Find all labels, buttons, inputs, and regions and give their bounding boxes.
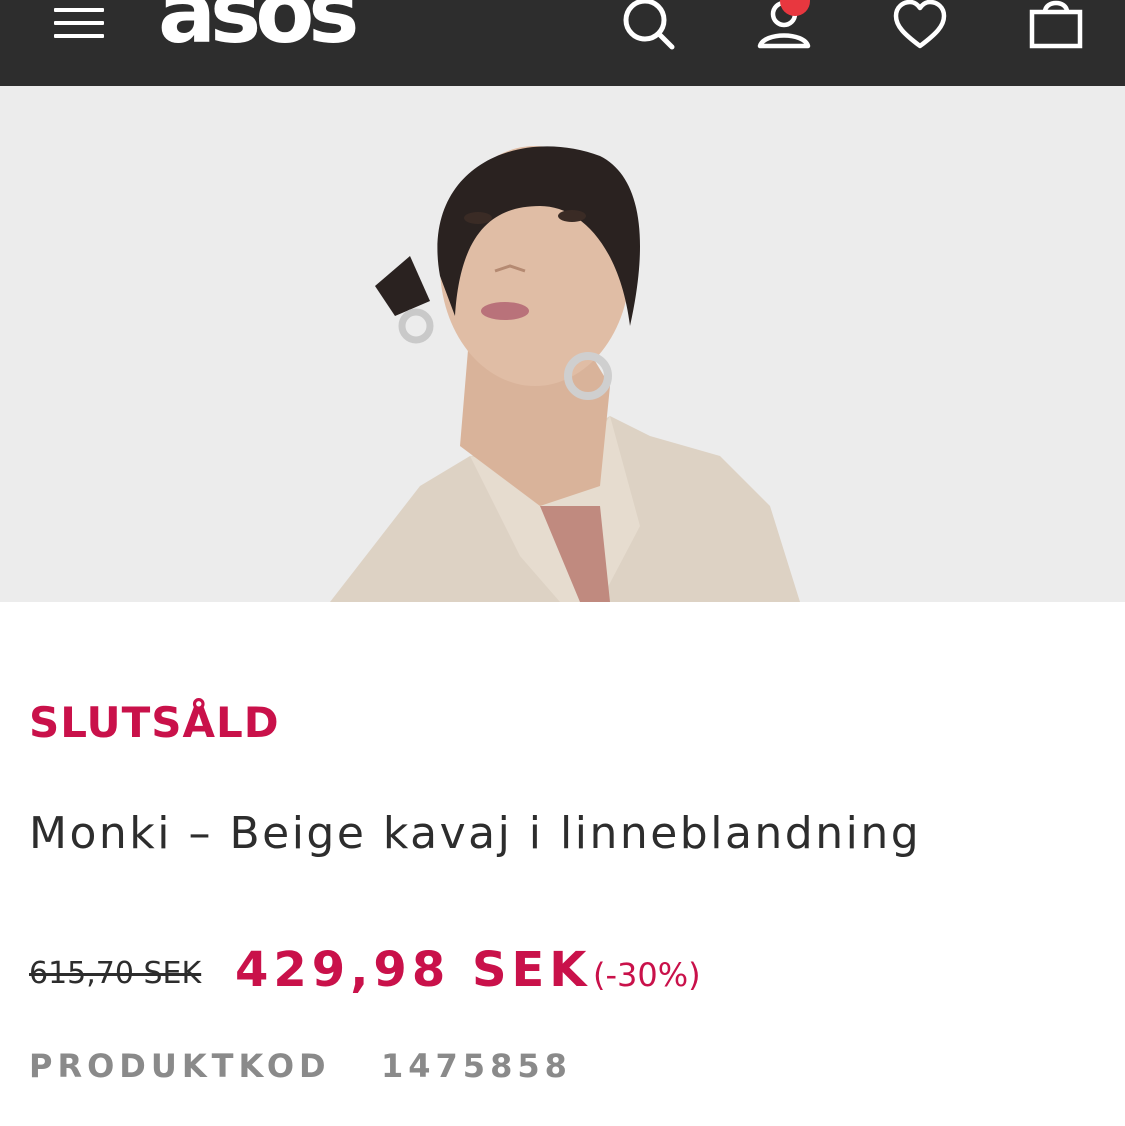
top-navigation-bar: asos — [0, 0, 1125, 86]
product-title: Monki – Beige kavaj i linneblandning — [29, 808, 922, 859]
product-code-label: PRODUKTKOD — [29, 1047, 331, 1085]
status-badge: SLUTSÅLD — [29, 698, 280, 747]
product-image[interactable] — [0, 86, 1125, 602]
asos-logo[interactable]: asos — [158, 0, 359, 56]
search-icon[interactable] — [620, 0, 676, 56]
heart-icon[interactable] — [892, 0, 948, 56]
original-price: 615,70 SEK — [29, 956, 202, 991]
menu-icon[interactable] — [54, 8, 104, 38]
bag-icon[interactable] — [1028, 0, 1084, 56]
discount-percent: (-30%) — [593, 956, 701, 994]
sale-price: 429,98 SEK — [235, 942, 592, 998]
product-code-value: 1475858 — [381, 1047, 572, 1085]
